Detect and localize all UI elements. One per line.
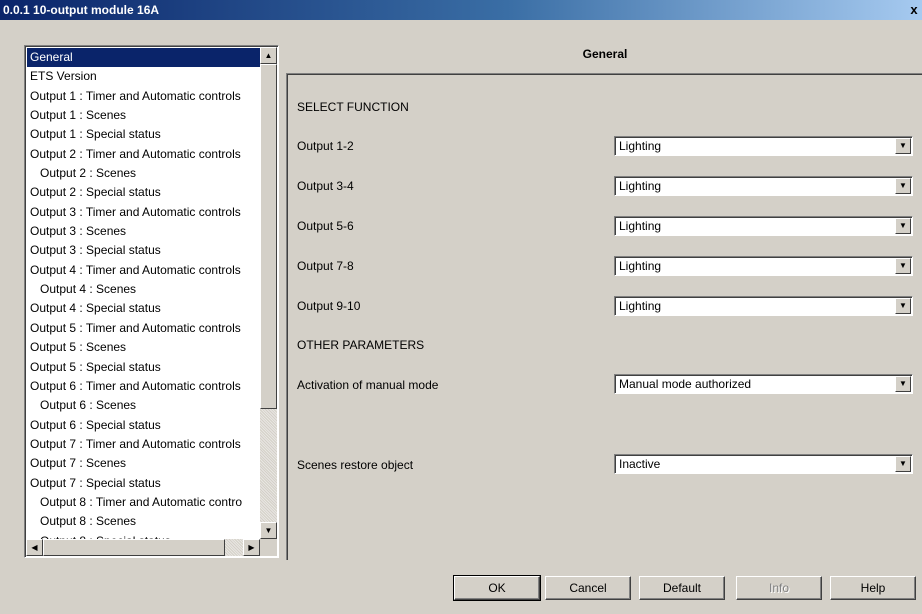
- label-output-9-10: Output 9-10: [297, 299, 361, 313]
- label-scenes-restore: Scenes restore object: [297, 458, 414, 472]
- tree-item[interactable]: Output 7 : Scenes: [27, 454, 261, 473]
- vertical-scroll-thumb[interactable]: [260, 64, 277, 409]
- combo-value: Inactive: [619, 457, 661, 471]
- tree-item[interactable]: Output 5 : Timer and Automatic controls: [27, 319, 261, 338]
- dropdown-arrow-icon[interactable]: ▼: [895, 376, 911, 392]
- vertical-scrollbar[interactable]: ▲ ▼: [260, 47, 277, 539]
- combo-value: Lighting: [619, 259, 662, 273]
- combo-value: Lighting: [619, 299, 662, 313]
- combo-scenes-restore[interactable]: Inactive ▼: [614, 454, 913, 474]
- tree-item[interactable]: Output 7 : Timer and Automatic controls: [27, 435, 261, 454]
- tree-item[interactable]: Output 1 : Special status: [27, 125, 261, 144]
- tree-item[interactable]: Output 4 : Scenes: [27, 280, 261, 299]
- window-title: 0.0.1 10-output module 16A: [3, 3, 160, 17]
- combo-output-3-4[interactable]: Lighting ▼: [614, 176, 913, 196]
- combo-value: Lighting: [619, 219, 662, 233]
- tree-item[interactable]: Output 6 : Timer and Automatic controls: [27, 377, 261, 396]
- dropdown-arrow-icon[interactable]: ▼: [895, 456, 911, 472]
- label-output-5-6: Output 5-6: [297, 219, 354, 233]
- tree-item[interactable]: ETS Version: [27, 67, 261, 86]
- tree-item-selected[interactable]: General: [27, 48, 261, 68]
- ok-button[interactable]: OK: [453, 575, 541, 601]
- combo-output-1-2[interactable]: Lighting ▼: [614, 136, 913, 156]
- help-button[interactable]: Help: [830, 576, 916, 600]
- scrollbar-corner: [260, 539, 277, 556]
- tree-item[interactable]: Output 5 : Special status: [27, 358, 261, 377]
- tree-item[interactable]: Output 2 : Special status: [27, 183, 261, 202]
- triangle-right-icon: ▶: [248, 543, 255, 552]
- scroll-up-button[interactable]: ▲: [260, 47, 277, 64]
- combo-manual-mode[interactable]: Manual mode authorized ▼: [614, 374, 913, 394]
- combo-value: Lighting: [619, 139, 662, 153]
- dropdown-arrow-icon[interactable]: ▼: [895, 138, 911, 154]
- tree-item[interactable]: Output 3 : Special status: [27, 241, 261, 260]
- tree-item[interactable]: Output 5 : Scenes: [27, 338, 261, 357]
- horizontal-scroll-thumb[interactable]: [43, 539, 225, 556]
- combo-output-9-10[interactable]: Lighting ▼: [614, 296, 913, 316]
- label-manual-mode: Activation of manual mode: [297, 378, 439, 392]
- dropdown-arrow-icon[interactable]: ▼: [895, 298, 911, 314]
- tree-item[interactable]: Output 2 : Scenes: [27, 164, 261, 183]
- tree-item[interactable]: Output 4 : Special status: [27, 299, 261, 318]
- tree-item[interactable]: Output 6 : Scenes: [27, 396, 261, 415]
- scroll-left-button[interactable]: ◀: [26, 539, 43, 556]
- combo-value: Lighting: [619, 179, 662, 193]
- dropdown-arrow-icon[interactable]: ▼: [895, 258, 911, 274]
- tree-item[interactable]: Output 3 : Scenes: [27, 222, 261, 241]
- combo-value: Manual mode authorized: [619, 377, 752, 391]
- close-button[interactable]: x: [906, 1, 922, 19]
- tree-items: General ETS Version Output 1 : Timer and A…: [27, 48, 261, 551]
- tree-item[interactable]: Output 8 : Timer and Automatic contro: [27, 493, 261, 512]
- scroll-right-button[interactable]: ▶: [243, 539, 260, 556]
- tree-item[interactable]: Output 1 : Scenes: [27, 106, 261, 125]
- tree-item[interactable]: Output 7 : Special status: [27, 474, 261, 493]
- horizontal-scrollbar[interactable]: ◀ ▶: [26, 539, 260, 556]
- tree-item[interactable]: Output 1 : Timer and Automatic controls: [27, 87, 261, 106]
- triangle-down-icon: ▼: [264, 526, 273, 535]
- scroll-down-button[interactable]: ▼: [260, 522, 277, 539]
- combo-output-7-8[interactable]: Lighting ▼: [614, 256, 913, 276]
- panel-heading: General: [582, 47, 628, 61]
- tree-item[interactable]: Output 8 : Scenes: [27, 512, 261, 531]
- tree-item[interactable]: Output 2 : Timer and Automatic controls: [27, 145, 261, 164]
- tree-item[interactable]: Output 6 : Special status: [27, 416, 261, 435]
- tree-item[interactable]: Output 4 : Timer and Automatic controls: [27, 261, 261, 280]
- section-other-parameters: OTHER PARAMETERS: [297, 338, 425, 352]
- default-button[interactable]: Default: [639, 576, 725, 600]
- label-output-7-8: Output 7-8: [297, 259, 354, 273]
- label-output-1-2: Output 1-2: [297, 139, 354, 153]
- cancel-button[interactable]: Cancel: [545, 576, 631, 600]
- triangle-up-icon: ▲: [264, 51, 273, 60]
- dropdown-arrow-icon[interactable]: ▼: [895, 218, 911, 234]
- combo-output-5-6[interactable]: Lighting ▼: [614, 216, 913, 236]
- tree-item[interactable]: Output 3 : Timer and Automatic controls: [27, 203, 261, 222]
- label-output-3-4: Output 3-4: [297, 179, 354, 193]
- dropdown-arrow-icon[interactable]: ▼: [895, 178, 911, 194]
- title-bar: 0.0.1 10-output module 16A x: [0, 0, 922, 20]
- info-button: Info: [736, 576, 822, 600]
- section-select-function: SELECT FUNCTION: [297, 100, 409, 114]
- triangle-left-icon: ◀: [31, 543, 38, 552]
- parameter-tree[interactable]: General ETS Version Output 1 : Timer and A…: [24, 45, 279, 558]
